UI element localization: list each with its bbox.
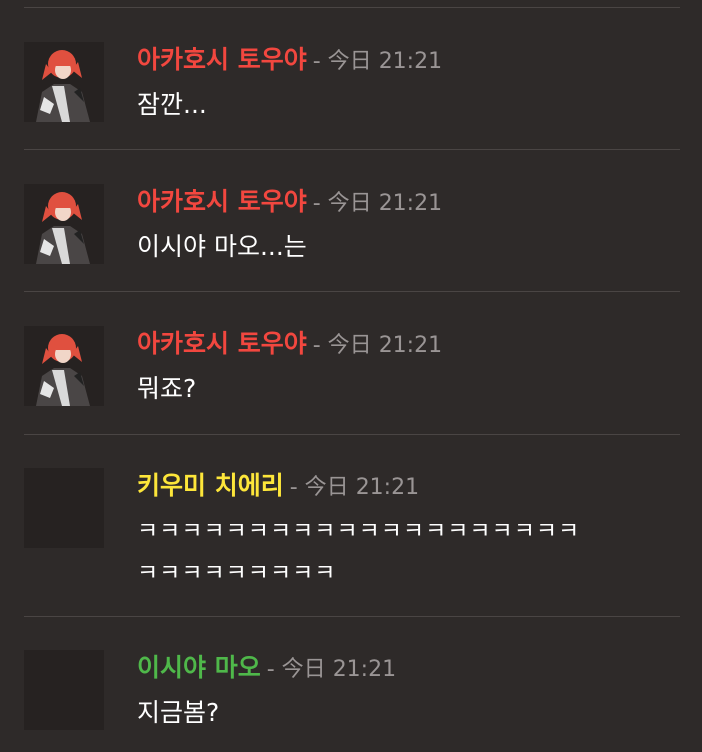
blank-avatar-icon xyxy=(24,650,104,730)
message-text: 잠깐... xyxy=(137,90,207,119)
timestamp: - 今日 21:21 xyxy=(313,333,442,358)
chat-message: 아카호시 토우야 - 今日 21:21 잠깐... xyxy=(0,42,702,142)
blank-avatar-icon xyxy=(24,468,104,548)
author-name[interactable]: 아카호시 토우야 xyxy=(137,45,307,74)
top-divider xyxy=(24,7,680,8)
message-divider xyxy=(24,616,680,617)
timestamp-time: 21:21 xyxy=(355,475,420,500)
message-divider xyxy=(24,291,680,292)
timestamp-time: 21:21 xyxy=(332,657,397,682)
timestamp-time: 21:21 xyxy=(378,333,443,358)
message-header: 아카호시 토우야 - 今日 21:21 xyxy=(137,42,442,78)
avatar[interactable] xyxy=(24,650,104,730)
avatar[interactable] xyxy=(24,42,104,122)
timestamp-day: 今日 xyxy=(327,191,372,216)
avatar[interactable] xyxy=(24,468,104,548)
chat-message: 이시야 마오 - 今日 21:21 지금봄? xyxy=(0,650,702,750)
message-header: 아카호시 토우야 - 今日 21:21 xyxy=(137,184,442,220)
message-header: 키우미 치에리 - 今日 21:21 xyxy=(137,468,419,504)
chat-message: 아카호시 토우야 - 今日 21:21 이시야 마오...는 xyxy=(0,184,702,284)
message-text: ㅋㅋㅋㅋㅋㅋㅋㅋㅋㅋㅋㅋㅋㅋㅋㅋㅋㅋㅋㅋ ㅋㅋㅋㅋㅋㅋㅋㅋㅋ xyxy=(137,518,581,586)
timestamp-separator: - xyxy=(312,49,321,74)
timestamp-separator: - xyxy=(266,657,275,682)
red-haired-character-avatar-icon xyxy=(24,326,104,406)
author-name[interactable]: 아카호시 토우야 xyxy=(137,187,307,216)
author-name[interactable]: 키우미 치에리 xyxy=(137,471,284,500)
author-name[interactable]: 아카호시 토우야 xyxy=(137,329,307,358)
timestamp-separator: - xyxy=(312,191,321,216)
avatar[interactable] xyxy=(24,184,104,264)
message-text: 지금봄? xyxy=(137,698,220,727)
timestamp-day: 今日 xyxy=(327,333,372,358)
timestamp-separator: - xyxy=(312,333,321,358)
chat-message: 키우미 치에리 - 今日 21:21 ㅋㅋㅋㅋㅋㅋㅋㅋㅋㅋㅋㅋㅋㅋㅋㅋㅋㅋㅋㅋ ㅋ… xyxy=(0,468,702,608)
timestamp: - 今日 21:21 xyxy=(313,49,442,74)
message-divider xyxy=(24,149,680,150)
message-divider xyxy=(24,434,680,435)
timestamp-day: 今日 xyxy=(304,475,349,500)
message-header: 이시야 마오 - 今日 21:21 xyxy=(137,650,396,686)
message-header: 아카호시 토우야 - 今日 21:21 xyxy=(137,326,442,362)
message-text: 이시야 마오...는 xyxy=(137,232,307,261)
author-name[interactable]: 이시야 마오 xyxy=(137,653,261,682)
timestamp-day: 今日 xyxy=(327,49,372,74)
timestamp-time: 21:21 xyxy=(378,49,443,74)
red-haired-character-avatar-icon xyxy=(24,184,104,264)
timestamp: - 今日 21:21 xyxy=(290,475,419,500)
chat-message: 아카호시 토우야 - 今日 21:21 뭐죠? xyxy=(0,326,702,426)
red-haired-character-avatar-icon xyxy=(24,42,104,122)
timestamp-time: 21:21 xyxy=(378,191,443,216)
message-text: 뭐죠? xyxy=(137,374,197,403)
timestamp: - 今日 21:21 xyxy=(267,657,396,682)
timestamp-separator: - xyxy=(289,475,298,500)
timestamp: - 今日 21:21 xyxy=(313,191,442,216)
avatar[interactable] xyxy=(24,326,104,406)
timestamp-day: 今日 xyxy=(281,657,326,682)
